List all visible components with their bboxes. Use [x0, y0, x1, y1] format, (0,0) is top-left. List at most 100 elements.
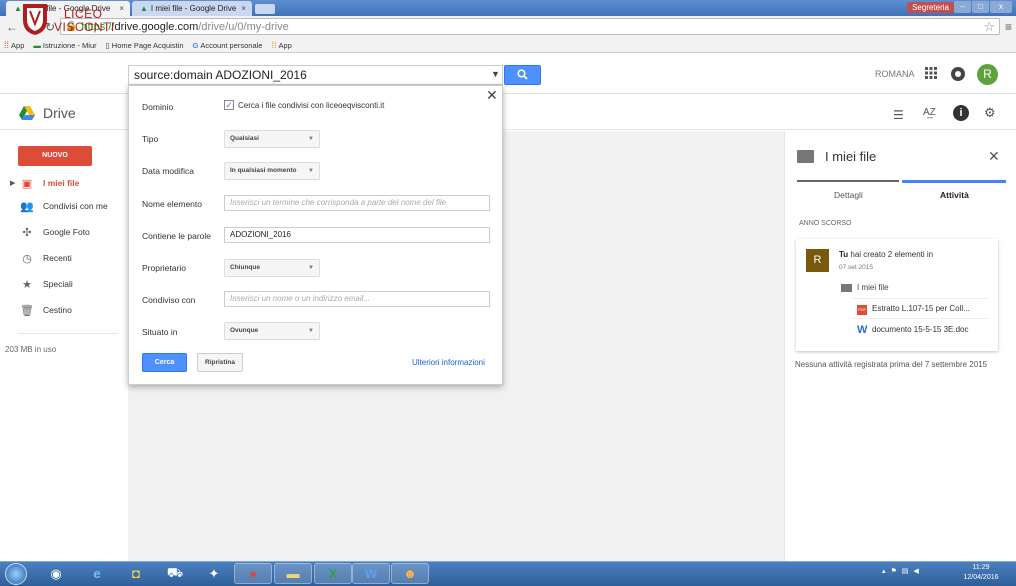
- close-details-icon[interactable]: ✕: [988, 148, 1000, 165]
- tab-close-icon[interactable]: ×: [241, 1, 246, 16]
- domain-checkbox[interactable]: ✓: [224, 100, 234, 110]
- page-icon: ▯: [105, 40, 110, 50]
- search-button[interactable]: [504, 65, 541, 85]
- chevron-down-icon: ▼: [308, 328, 314, 334]
- tab-details[interactable]: Dettagli: [834, 190, 863, 200]
- shared-with-label: Condiviso con: [142, 295, 196, 305]
- activity-file-link[interactable]: documento 15-5-15 3E.doc: [872, 325, 969, 334]
- storage-usage[interactable]: 203 MB in uso: [5, 345, 56, 354]
- divider: [851, 318, 989, 319]
- trash-icon: 🗑: [20, 304, 34, 317]
- close-window-icon[interactable]: x: [990, 1, 1012, 13]
- shared-people-icon: 👥: [20, 200, 34, 213]
- tab-close-icon[interactable]: ×: [119, 1, 124, 16]
- word-icon[interactable]: W: [352, 563, 390, 584]
- browser-tabbar: ▲ I miei file - Google Drive × ▲ I miei …: [0, 0, 1016, 16]
- user-name[interactable]: ROMANA: [875, 69, 915, 79]
- bookmark-acquisti[interactable]: ▯ Home Page Acquistin: [106, 41, 184, 50]
- activity-actor: Tu: [839, 250, 849, 259]
- tray-volume-icon[interactable]: ◀: [913, 567, 918, 575]
- bookmark-app[interactable]: ⁞⁞ App: [271, 40, 291, 50]
- new-tab-button[interactable]: [255, 4, 275, 14]
- internet-explorer-icon[interactable]: e: [78, 563, 116, 584]
- maximize-icon[interactable]: □: [972, 1, 989, 13]
- sidebar-item-recent[interactable]: ◷ Recenti: [0, 247, 128, 269]
- domain-checkbox-label[interactable]: Cerca i file condivisi con liceoeqviscon…: [238, 101, 384, 110]
- settings-gear-icon[interactable]: ⚙: [984, 105, 996, 121]
- miur-icon: ▬: [33, 40, 41, 50]
- folder-icon: [841, 284, 852, 292]
- search-submit-button[interactable]: Cerca: [142, 353, 187, 372]
- outlook-icon[interactable]: ◘: [117, 563, 155, 584]
- clock-date: 12/04/2016: [963, 574, 999, 581]
- owner-dropdown[interactable]: Chiunque ▼: [224, 259, 320, 277]
- activity-date: 07 set 2015: [839, 264, 873, 271]
- chevron-down-icon: ▼: [308, 136, 314, 142]
- window-controls: – □ x: [954, 1, 1012, 13]
- tray-arrow-icon[interactable]: ▴: [882, 567, 886, 575]
- file-explorer-icon[interactable]: ▬: [274, 563, 312, 584]
- sort-az-icon[interactable]: A͢Z: [923, 107, 936, 118]
- app-icon[interactable]: ☻: [391, 563, 429, 584]
- taskbar-clock[interactable]: 11:29 12/04/2016: [958, 563, 1004, 583]
- browser-tab[interactable]: ▲ I miei file - Google Drive ×: [132, 1, 252, 16]
- bookmark-apps[interactable]: ⁞⁞ App: [4, 40, 24, 50]
- start-button[interactable]: [5, 563, 27, 585]
- info-icon[interactable]: i: [953, 105, 969, 121]
- new-button[interactable]: NUOVO: [18, 146, 92, 166]
- url-field[interactable]: 🔒 https://drive.google.com/drive/u/0/my-…: [60, 18, 1000, 35]
- sidebar-item-label: Recenti: [43, 253, 72, 263]
- school-crest-icon[interactable]: [22, 2, 48, 36]
- sidebar-item-shared[interactable]: 👥 Condivisi con me: [0, 195, 128, 217]
- firefox-icon[interactable]: ◉: [37, 563, 75, 584]
- bookmark-account[interactable]: G Account personale: [193, 41, 263, 50]
- type-dropdown[interactable]: Qualsiasi ▼: [224, 130, 320, 148]
- tray-network-icon[interactable]: ▤: [902, 567, 909, 575]
- activity-file-link[interactable]: Estratto L.107-15 per Coll...: [872, 304, 970, 313]
- drive-search-input[interactable]: source:domain ADOZIONI_2016: [128, 65, 503, 85]
- search-icon: [517, 69, 528, 80]
- tab-details-underline: [797, 180, 899, 182]
- sidebar-item-trash[interactable]: 🗑 Cestino: [0, 299, 128, 321]
- reset-button[interactable]: Ripristina: [197, 353, 243, 372]
- system-tray: ▴ ⚑ ▤ ◀: [882, 567, 919, 575]
- location-dropdown-value: Ovunque: [230, 327, 259, 334]
- list-view-icon[interactable]: ☰: [893, 108, 904, 122]
- expand-arrow-icon[interactable]: ▶: [10, 179, 15, 187]
- avatar[interactable]: R: [977, 64, 998, 85]
- shared-with-input[interactable]: Inserisci un nome o un indirizzo email..…: [224, 291, 490, 307]
- back-icon[interactable]: ←: [5, 20, 19, 34]
- notifications-icon[interactable]: [951, 67, 965, 81]
- app-icon[interactable]: ⛟: [156, 563, 194, 584]
- date-modified-dropdown[interactable]: In qualsiasi momento ▼: [224, 162, 320, 180]
- close-icon[interactable]: ✕: [486, 87, 498, 104]
- pdf-file-icon: PDF: [857, 305, 867, 315]
- activity-folder-link[interactable]: I miei file: [857, 283, 889, 292]
- sidebar-item-starred[interactable]: ★ Speciali: [0, 273, 128, 295]
- chevron-down-icon: ▼: [308, 265, 314, 271]
- sidebar-item-label: Condivisi con me: [43, 201, 108, 211]
- app-icon[interactable]: ✦: [195, 563, 233, 584]
- chrome-icon[interactable]: ●: [234, 563, 272, 584]
- tray-flag-icon[interactable]: ⚑: [891, 567, 897, 575]
- minimize-icon[interactable]: –: [954, 1, 971, 13]
- bookmark-star-icon[interactable]: ☆: [983, 19, 995, 35]
- window-user-label: Segreteria: [907, 2, 954, 13]
- more-info-link[interactable]: Ulteriori informazioni: [412, 358, 485, 367]
- search-options-caret-icon[interactable]: ▼: [491, 69, 500, 79]
- activity-avatar: R: [806, 249, 829, 272]
- type-label: Tipo: [142, 134, 159, 144]
- sidebar-item-my-drive[interactable]: ▶ ▣ I miei file: [0, 172, 128, 194]
- contains-words-input[interactable]: ADOZIONI_2016: [224, 227, 490, 243]
- drive-label[interactable]: Drive: [43, 105, 76, 121]
- browser-menu-icon[interactable]: ≡: [1005, 20, 1012, 34]
- location-dropdown[interactable]: Ovunque ▼: [224, 322, 320, 340]
- google-apps-icon[interactable]: [924, 66, 938, 80]
- google-icon: G: [192, 40, 199, 50]
- item-name-input[interactable]: Inserisci un termine che corrisponda a p…: [224, 195, 490, 211]
- school-logo-text[interactable]: LICEO VISCONTI: [54, 8, 115, 34]
- sidebar-item-photos[interactable]: ✣ Google Foto: [0, 221, 128, 243]
- excel-icon[interactable]: X: [314, 563, 352, 584]
- tab-activity[interactable]: Attività: [940, 190, 969, 200]
- bookmark-miur[interactable]: ▬ Istruzione - Miur: [33, 41, 96, 50]
